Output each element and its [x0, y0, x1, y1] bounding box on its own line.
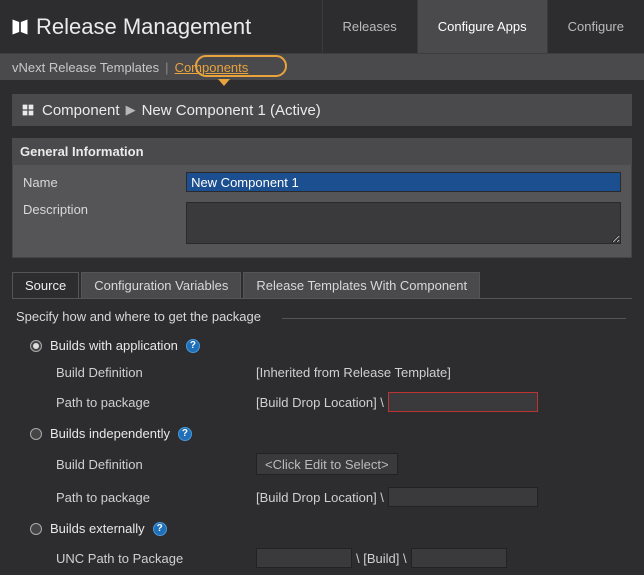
- opt1-path-input[interactable]: [388, 392, 538, 412]
- opt1-builddef-value: [Inherited from Release Template]: [256, 365, 451, 380]
- breadcrumb-root[interactable]: Component: [42, 102, 120, 119]
- name-input[interactable]: [186, 172, 621, 192]
- opt2-path-input[interactable]: [388, 487, 538, 507]
- chevron-right-icon: ▶: [126, 102, 136, 118]
- name-label: Name: [23, 175, 186, 190]
- component-icon: [20, 102, 36, 118]
- radio-builds-independently-label: Builds independently: [50, 426, 170, 441]
- opt3-unc-label: UNC Path to Package: [56, 551, 256, 566]
- tab-config-variables[interactable]: Configuration Variables: [81, 272, 241, 298]
- detail-tabs: Source Configuration Variables Release T…: [12, 272, 632, 299]
- fieldset-line: [282, 318, 626, 319]
- radio-builds-with-app-row: Builds with application ?: [30, 338, 632, 353]
- radio-builds-independently-row: Builds independently ?: [30, 426, 632, 441]
- primary-tabs: Releases Configure Apps Configure: [322, 0, 644, 53]
- opt3-build-token: \ [Build] \: [356, 551, 407, 566]
- source-legend: Specify how and where to get the package: [16, 309, 632, 324]
- radio-builds-externally-row: Builds externally ?: [30, 521, 632, 536]
- breadcrumb: Component ▶ New Component 1 (Active): [12, 94, 632, 126]
- subnav: vNext Release Templates | Components: [0, 54, 644, 80]
- general-form: Name Description: [12, 165, 632, 258]
- app-title: Release Management: [36, 14, 251, 40]
- description-label: Description: [23, 202, 186, 217]
- opt2-builddef-label: Build Definition: [56, 457, 256, 472]
- radio-builds-externally[interactable]: [30, 523, 42, 535]
- tab-release-templates[interactable]: Release Templates With Component: [243, 272, 480, 298]
- subnav-divider: |: [165, 60, 168, 75]
- opt2-path-prefix: [Build Drop Location] \: [256, 490, 384, 505]
- radio-builds-with-app[interactable]: [30, 340, 42, 352]
- opt3-unc-input-2[interactable]: [411, 548, 507, 568]
- help-icon[interactable]: ?: [186, 339, 200, 353]
- opt2-path-label: Path to package: [56, 490, 256, 505]
- opt1-builddef-label: Build Definition: [56, 365, 256, 380]
- description-input[interactable]: [186, 202, 621, 244]
- radio-builds-independently[interactable]: [30, 428, 42, 440]
- app-logo: [0, 17, 30, 37]
- radio-builds-with-app-label: Builds with application: [50, 338, 178, 353]
- tab-releases[interactable]: Releases: [322, 0, 417, 53]
- breadcrumb-current: New Component 1 (Active): [142, 102, 321, 119]
- content-area: Component ▶ New Component 1 (Active) Gen…: [0, 80, 644, 568]
- radio-builds-externally-label: Builds externally: [50, 521, 145, 536]
- opt1-path-prefix: [Build Drop Location] \: [256, 395, 384, 410]
- subnav-components[interactable]: Components: [175, 60, 249, 75]
- opt3-unc-input-1[interactable]: [256, 548, 352, 568]
- source-fieldset: Specify how and where to get the package: [12, 309, 632, 324]
- tab-configure-apps[interactable]: Configure Apps: [417, 0, 547, 53]
- help-icon[interactable]: ?: [153, 522, 167, 536]
- opt2-builddef-select[interactable]: <Click Edit to Select>: [256, 453, 398, 475]
- opt1-path-label: Path to package: [56, 395, 256, 410]
- titlebar: Release Management Releases Configure Ap…: [0, 0, 644, 54]
- tab-source[interactable]: Source: [12, 272, 79, 298]
- section-general-header: General Information: [12, 138, 632, 165]
- subnav-templates[interactable]: vNext Release Templates: [12, 60, 159, 75]
- help-icon[interactable]: ?: [178, 427, 192, 441]
- highlight-arrow-icon: [218, 79, 230, 86]
- tab-configure[interactable]: Configure: [547, 0, 644, 53]
